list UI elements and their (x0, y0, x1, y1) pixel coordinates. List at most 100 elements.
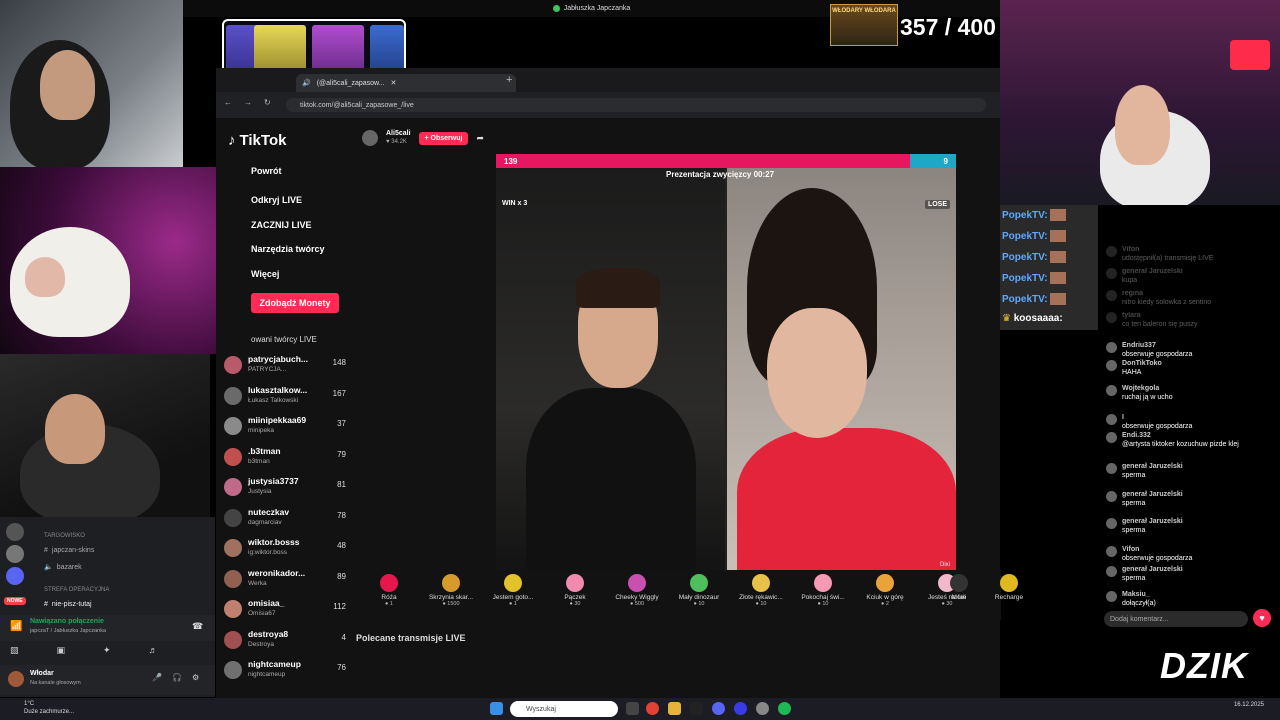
activity-icon[interactable]: ✦ (103, 645, 111, 656)
gift-item[interactable]: Pączek ● 30 (547, 574, 603, 607)
avatar[interactable] (1106, 591, 1117, 602)
chat-username[interactable]: generał Jaruzelski (1106, 491, 1183, 498)
share-icon[interactable]: ➦ (476, 133, 484, 144)
live-video[interactable]: Dixi 139 9 Prezentacja zwycięzcy 00:27 W… (496, 154, 956, 572)
followed-creator-item[interactable]: destroya8 Destroya 4 (224, 629, 354, 657)
streamer-name[interactable]: Ali5cali ♥ 34.2K (386, 130, 411, 146)
wlodary-logo: WŁODARY WŁODARA (830, 4, 898, 46)
avatar[interactable] (1106, 414, 1117, 425)
followed-creator-item[interactable]: omisiaa_ Omisia67 112 (224, 598, 354, 626)
avatar[interactable] (1106, 546, 1117, 557)
headphones-icon[interactable]: 🎧 (172, 673, 182, 682)
follow-button[interactable]: + Obserwuj (418, 131, 469, 145)
comment-input[interactable]: Dodaj komentarz... (1104, 611, 1248, 627)
chat-username[interactable]: generał Jaruzelski (1106, 463, 1183, 470)
taskbar-search[interactable]: Wyszukaj (510, 701, 618, 717)
webcam-left-bottom (0, 354, 210, 517)
nav-start-live[interactable]: ZACZNIJ LIVE (251, 220, 312, 230)
tab-close-icon[interactable]: ✕ (391, 79, 397, 87)
more-gifts-button[interactable]: More (931, 574, 987, 601)
streamer-header: Ali5cali ♥ 34.2K + Obserwuj ➦ (362, 130, 484, 146)
followed-creator-item[interactable]: weronikador... Werka 89 (224, 568, 354, 596)
followed-creator-item[interactable]: justysia3737 Justysia 81 (224, 476, 354, 504)
avatar[interactable] (1106, 360, 1117, 371)
gift-item[interactable]: Jestem goto... ● 1 (485, 574, 541, 607)
clock[interactable]: 16.12.2025 (1234, 701, 1264, 709)
category-targowisko[interactable]: TARGOWISKO (44, 533, 85, 539)
dzik-logo: DZIK (1052, 630, 1260, 702)
followed-creator-item[interactable]: nightcameup nightcameup 76 (224, 659, 354, 687)
folder-icon[interactable] (668, 702, 681, 715)
followed-creator-item[interactable]: patrycjabuch... PATRYCJA... 148 (224, 354, 354, 382)
nav-more[interactable]: Więcej (251, 269, 279, 279)
gift-item[interactable]: Złote rękawic... ● 10 (733, 574, 789, 607)
spotify-icon[interactable] (778, 702, 791, 715)
connection-channel[interactable]: japczaT / Jabłuszka Japczanka (30, 628, 106, 634)
gift-item[interactable]: Pokochaj świ... ● 10 (795, 574, 851, 607)
avatar[interactable] (1106, 432, 1117, 443)
camera-off-icon[interactable]: ▧ (10, 645, 19, 656)
weather-widget[interactable]: 1°C Duże zachmurze... (24, 700, 74, 716)
new-tab-button[interactable]: + (506, 74, 512, 86)
tiktok-note-icon: ♪ (228, 132, 236, 149)
channel-bazarek[interactable]: 🔈 bazarek (44, 563, 82, 572)
recharge-button[interactable]: Recharge (981, 574, 1037, 601)
app-icon[interactable] (690, 702, 703, 715)
gift-item[interactable]: Mały dinozaur ● 10 (671, 574, 727, 607)
disconnect-icon[interactable]: ☎ (192, 621, 203, 632)
avatar[interactable] (8, 671, 24, 687)
category-strefa[interactable]: STREFA OPERACYJNA (44, 587, 109, 593)
nav-discover-live[interactable]: Odkryj LIVE (251, 195, 302, 205)
followed-creator-item[interactable]: .b3tman b3tman 79 (224, 446, 354, 474)
creator-nickname: Justysia (248, 488, 272, 495)
avatar[interactable] (1106, 491, 1117, 502)
chat-username[interactable]: generał Jaruzelski (1106, 268, 1183, 275)
avatar[interactable] (1106, 246, 1117, 257)
mic-icon[interactable]: 🎤 (152, 673, 162, 682)
start-icon[interactable] (490, 702, 503, 715)
channel-japczan-skins[interactable]: # japczan-skins (44, 547, 94, 554)
browser-tab[interactable]: 🔊 (@ali5cali_zapasow... ✕ (296, 74, 516, 92)
gift-item[interactable]: Cheeky Wiggly ● 500 (609, 574, 665, 607)
avatar[interactable] (1106, 268, 1117, 279)
gift-item[interactable]: Kciuk w górę ● 2 (857, 574, 913, 607)
avatar[interactable] (1106, 566, 1117, 577)
streamer-avatar[interactable] (362, 130, 378, 146)
forward-icon[interactable]: → (244, 98, 252, 107)
gift-name: Cheeky Wiggly (615, 594, 659, 601)
task-view-icon[interactable] (626, 702, 639, 715)
avatar[interactable] (1106, 290, 1117, 301)
back-icon[interactable]: ← (224, 98, 232, 107)
chat-username[interactable]: generał Jaruzelski (1106, 566, 1183, 573)
gift-item[interactable]: Róża ● 1 (361, 574, 417, 607)
followed-creator-item[interactable]: nuteczkav dagmarciav 78 (224, 507, 354, 535)
followed-creator-item[interactable]: miinipekkaa69 minipeka 37 (224, 415, 354, 443)
url-bar[interactable]: tiktok.com/@ali5cali_zapasowe_/live (286, 98, 986, 112)
discord-icon[interactable] (712, 702, 725, 715)
avatar[interactable] (1106, 463, 1117, 474)
get-coins-button[interactable]: Zdobądź Monety (251, 293, 339, 313)
avatar[interactable] (1106, 385, 1117, 396)
channel-nie-pisz-tutaj[interactable]: # nie-pisz-tutaj (44, 601, 92, 608)
obs-icon[interactable] (756, 702, 769, 715)
gift-item[interactable]: Skrzynia skar... ● 1500 (423, 574, 479, 607)
tiktok-logo[interactable]: ♪ TikTok (228, 132, 286, 149)
soundboard-icon[interactable]: ♬ (149, 645, 158, 656)
heart-icon[interactable]: ♥ (1253, 609, 1271, 627)
avatar[interactable] (1106, 518, 1117, 529)
gear-icon[interactable]: ⚙ (192, 673, 199, 682)
avatar[interactable] (1106, 312, 1117, 323)
followed-creator-item[interactable]: wiktor.bosss ig:wiktor.boss 48 (224, 537, 354, 565)
avatar[interactable] (1106, 342, 1117, 353)
user-panel: Włodar Na kanale głosowym 🎤 🎧 ⚙ (0, 665, 215, 695)
nav-creator-tools[interactable]: Narzędzia twórcy (251, 244, 325, 254)
chat-username[interactable]: generał Jaruzelski (1106, 518, 1183, 525)
followed-creator-item[interactable]: lukasztalkow... Łukasz Talkowski 167 (224, 385, 354, 413)
browser-icon[interactable] (734, 702, 747, 715)
tab-audio-icon[interactable]: 🔊 (302, 79, 311, 87)
chrome-icon[interactable] (646, 702, 659, 715)
nav-back[interactable]: Powrót (251, 166, 282, 176)
screen-share-icon[interactable]: ▣ (57, 645, 66, 656)
gift-icon (814, 574, 832, 592)
reload-icon[interactable]: ↻ (264, 98, 271, 107)
